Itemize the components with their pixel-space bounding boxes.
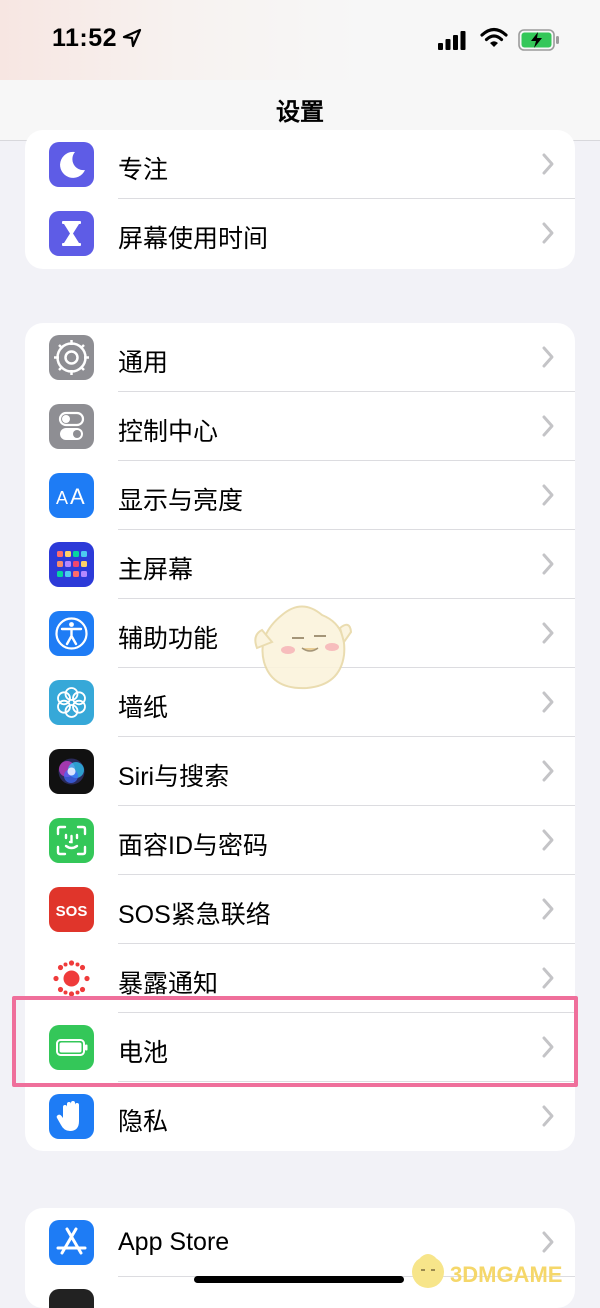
svg-text:A: A	[56, 488, 68, 508]
chevron-right-icon	[542, 553, 554, 575]
settings-row-label: 主屏幕	[118, 556, 194, 584]
siri-icon	[49, 749, 94, 794]
accessibility-icon	[49, 611, 94, 656]
chevron-right-icon	[542, 415, 554, 437]
svg-text:A: A	[70, 484, 85, 509]
settings-row-privacy[interactable]: 隐私	[25, 1082, 575, 1151]
text-size-icon: A A	[49, 473, 94, 518]
settings-row-display[interactable]: A A 显示与亮度	[25, 461, 575, 530]
battery-charging-icon	[518, 29, 559, 51]
highlight-box	[12, 996, 578, 1087]
settings-row-label: 专注	[118, 156, 169, 184]
wifi-icon	[480, 27, 508, 47]
settings-row-focus[interactable]: 专注	[25, 130, 575, 199]
gear-icon	[49, 335, 94, 380]
chevron-right-icon	[542, 346, 554, 368]
settings-row-label: 隐私	[118, 1108, 169, 1136]
cellular-signal-icon	[438, 31, 466, 50]
settings-row-control-center[interactable]: 控制中心	[25, 392, 575, 461]
settings-row-label: 面容ID与密码	[118, 832, 269, 860]
face-id-icon	[49, 818, 94, 863]
chevron-right-icon	[542, 967, 554, 989]
app-grid-icon	[49, 542, 94, 587]
chevron-right-icon	[542, 829, 554, 851]
chevron-right-icon	[542, 484, 554, 506]
settings-row-face-id[interactable]: 面容ID与密码	[25, 806, 575, 875]
settings-row-label: 暴露通知	[118, 970, 219, 998]
chevron-right-icon	[542, 898, 554, 920]
settings-row-label: 墙纸	[118, 694, 169, 722]
hourglass-icon	[49, 211, 94, 256]
chevron-right-icon	[542, 691, 554, 713]
watermark-text: 3DMGAME	[450, 1262, 563, 1287]
app-store-icon	[49, 1220, 94, 1265]
exposure-dots-icon	[49, 956, 94, 1001]
app-icon-partial	[49, 1289, 94, 1308]
settings-row-label: 屏幕使用时间	[118, 225, 269, 253]
settings-row-label: App Store	[118, 1228, 230, 1256]
chevron-right-icon	[542, 222, 554, 244]
settings-row-label: 通用	[118, 349, 169, 377]
settings-row-home-screen[interactable]: 主屏幕	[25, 530, 575, 599]
chevron-right-icon	[542, 153, 554, 175]
settings-row-screen-time[interactable]: 屏幕使用时间	[25, 199, 575, 268]
settings-row-label: 辅助功能	[118, 625, 219, 653]
toggles-icon	[49, 404, 94, 449]
settings-group-focus: 专注 屏幕使用时间	[25, 130, 575, 269]
hand-icon	[49, 1094, 94, 1139]
sos-icon: SOS	[49, 887, 94, 932]
settings-row-label: SOS紧急联络	[118, 901, 271, 929]
location-arrow-icon	[122, 28, 142, 48]
flower-icon	[49, 680, 94, 725]
settings-row-label: Siri与搜索	[118, 763, 230, 791]
mascot-watermark-icon	[254, 605, 352, 690]
settings-row-label: 控制中心	[118, 418, 219, 446]
settings-row-label: 显示与亮度	[118, 487, 244, 515]
settings-row-sos[interactable]: SOS SOS紧急联络	[25, 875, 575, 944]
settings-row-siri[interactable]: Siri与搜索	[25, 737, 575, 806]
chevron-right-icon	[542, 760, 554, 782]
status-bar: 11:52	[0, 0, 600, 80]
home-indicator[interactable]	[194, 1276, 404, 1283]
chevron-right-icon	[542, 1105, 554, 1127]
moon-icon	[49, 142, 94, 187]
status-time: 11:52	[52, 24, 118, 52]
settings-row-general[interactable]: 通用	[25, 323, 575, 392]
page-title: 设置	[276, 98, 324, 126]
chevron-right-icon	[542, 622, 554, 644]
svg-text:SOS: SOS	[56, 903, 88, 920]
